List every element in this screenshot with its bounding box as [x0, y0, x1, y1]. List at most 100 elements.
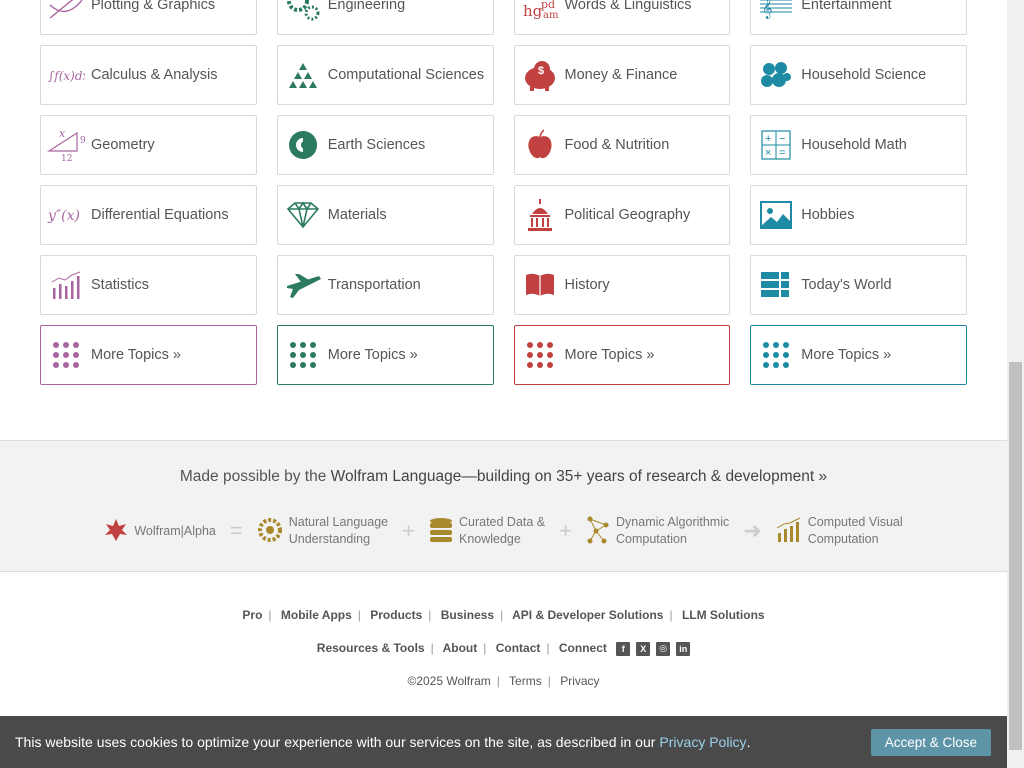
- scrollbar[interactable]: [1007, 0, 1024, 768]
- privacy-policy-link[interactable]: Privacy Policy: [659, 734, 746, 750]
- topic-household-science[interactable]: Household Science: [750, 45, 967, 105]
- topic-computational-sciences[interactable]: Computational Sciences: [276, 45, 494, 105]
- topic-history[interactable]: History: [513, 255, 731, 315]
- capitol-icon: [521, 196, 559, 234]
- footer-link-products[interactable]: Products: [370, 608, 422, 622]
- topic-hobbies[interactable]: Hobbies: [750, 185, 967, 245]
- svg-text:9: 9: [80, 136, 85, 146]
- footer-link-mobile-apps[interactable]: Mobile Apps: [281, 608, 352, 622]
- topic-political-geography[interactable]: Political Geography: [513, 185, 731, 245]
- equals-sign: =: [229, 518, 243, 543]
- more-topics-label: More Topics »: [327, 347, 418, 363]
- dynamic-line2: Computation: [616, 532, 687, 546]
- topic-label: History: [564, 277, 610, 293]
- topic-household-math[interactable]: + − × = Household Math: [750, 115, 967, 175]
- picture-icon: [757, 196, 795, 234]
- topic-money-finance[interactable]: $ Money & Finance: [513, 45, 731, 105]
- piggy-bank-icon: $: [521, 56, 559, 94]
- diamond-icon: [284, 196, 322, 234]
- topic-statistics[interactable]: Statistics: [40, 255, 257, 315]
- gears-icon: [284, 0, 322, 24]
- copyright-text: ©2025 Wolfram: [407, 674, 491, 688]
- plot-icon: [47, 0, 85, 24]
- database-icon: [429, 517, 453, 546]
- made-prefix: Made possible by the: [179, 468, 327, 485]
- wolfram-language-link[interactable]: Wolfram Language—building on 35+ years o…: [331, 468, 827, 485]
- topic-food-nutrition[interactable]: Food & Nutrition: [513, 115, 731, 175]
- footer-link-api[interactable]: API & Developer Solutions: [512, 608, 663, 622]
- derivative-icon: y″(x): [47, 196, 85, 234]
- footer-links-row1: Pro | Mobile Apps | Products | Business | AP…: [242, 608, 765, 622]
- nlu-line2: Understanding: [288, 532, 371, 546]
- topic-words-linguistics[interactable]: hg pd am Words & Linguistics: [513, 0, 731, 35]
- cookie-banner: This website uses cookies to optimize yo…: [0, 716, 1007, 768]
- more-topics-everyday-button[interactable]: More Topics »: [750, 325, 967, 385]
- svg-text:=: =: [779, 147, 785, 159]
- network-icon: [586, 515, 610, 548]
- chart-bars-icon: [776, 517, 802, 546]
- topic-label: Today's World: [801, 277, 892, 293]
- letters-icon: hg pd am: [521, 0, 559, 24]
- footer-link-connect[interactable]: Connect: [559, 641, 607, 655]
- topic-plotting-graphics[interactable]: Plotting & Graphics: [40, 0, 257, 35]
- terms-link[interactable]: Terms: [509, 674, 542, 688]
- globe-icon: [284, 126, 322, 164]
- footer-link-about[interactable]: About: [443, 641, 478, 655]
- topic-label: Geometry: [91, 137, 155, 153]
- curated-line1: Curated Data &: [458, 515, 546, 529]
- plus-sign: +: [402, 518, 415, 543]
- stock-ticker-icon: [757, 266, 795, 304]
- facebook-icon[interactable]: f: [616, 641, 631, 656]
- instagram-icon[interactable]: ◎: [656, 641, 671, 656]
- topic-geometry[interactable]: x 12 9 Geometry: [40, 115, 257, 175]
- topic-label: Food & Nutrition: [564, 137, 670, 153]
- music-staff-icon: 𝄞: [757, 0, 795, 24]
- footer-link-resources[interactable]: Resources & Tools: [317, 641, 425, 655]
- topic-entertainment[interactable]: 𝄞 Entertainment: [750, 0, 967, 35]
- accept-close-button[interactable]: Accept & Close: [870, 729, 991, 756]
- footer-link-pro[interactable]: Pro: [242, 608, 262, 622]
- x-icon[interactable]: X: [636, 641, 651, 656]
- topic-label: Differential Equations: [91, 207, 229, 223]
- svg-text:12: 12: [61, 154, 72, 163]
- topic-materials[interactable]: Materials: [276, 185, 494, 245]
- more-topics-math-button[interactable]: More Topics »: [40, 325, 257, 385]
- footer-link-business[interactable]: Business: [441, 608, 494, 622]
- svg-text:×: ×: [765, 147, 771, 159]
- scrollbar-thumb[interactable]: [1009, 362, 1022, 750]
- topic-label: Plotting & Graphics: [91, 0, 216, 13]
- made-possible-text: Made possible by the Wolfram Language—bu…: [0, 468, 1007, 486]
- topic-differential-equations[interactable]: y″(x) Differential Equations: [40, 185, 257, 245]
- svg-text:y″(x): y″(x): [47, 208, 80, 224]
- linkedin-icon[interactable]: in: [676, 641, 691, 656]
- more-topics-science-button[interactable]: More Topics »: [276, 325, 494, 385]
- bar-chart-icon: [47, 266, 85, 304]
- topic-todays-world[interactable]: Today's World: [750, 255, 967, 315]
- topic-label: Transportation: [327, 277, 421, 293]
- svg-text:−: −: [779, 133, 785, 145]
- integral-icon: ∫f(x)dx: [47, 56, 85, 94]
- topic-calculus-analysis[interactable]: ∫f(x)dx Calculus & Analysis: [40, 45, 257, 105]
- airplane-icon: [284, 266, 322, 304]
- calculator-icon: + − × =: [757, 126, 795, 164]
- gear-icon: [257, 517, 283, 546]
- more-topics-label: More Topics »: [801, 347, 892, 363]
- visual-line2: Computation: [807, 532, 879, 546]
- curated-line2: Knowledge: [458, 532, 521, 546]
- wolfram-alpha-item: Wolfram|Alpha: [104, 518, 216, 545]
- topic-engineering[interactable]: Engineering: [276, 0, 494, 35]
- visual-computation-item: Computed Visual Computation: [776, 514, 903, 548]
- dots-grid-icon: [521, 336, 559, 374]
- topic-transportation[interactable]: Transportation: [276, 255, 494, 315]
- more-topics-society-button[interactable]: More Topics »: [513, 325, 731, 385]
- footer-link-contact[interactable]: Contact: [496, 641, 541, 655]
- nlu-item: Natural Language Understanding: [257, 514, 388, 548]
- molecule-cluster-icon: [757, 56, 795, 94]
- topic-label: Political Geography: [564, 207, 691, 223]
- privacy-link[interactable]: Privacy: [560, 674, 599, 688]
- footer-legal: ©2025 Wolfram | Terms | Privacy: [407, 674, 600, 688]
- topic-earth-sciences[interactable]: Earth Sciences: [276, 115, 494, 175]
- svg-text:+: +: [765, 133, 771, 145]
- topic-label: Entertainment: [801, 0, 892, 13]
- footer-link-llm[interactable]: LLM Solutions: [682, 608, 765, 622]
